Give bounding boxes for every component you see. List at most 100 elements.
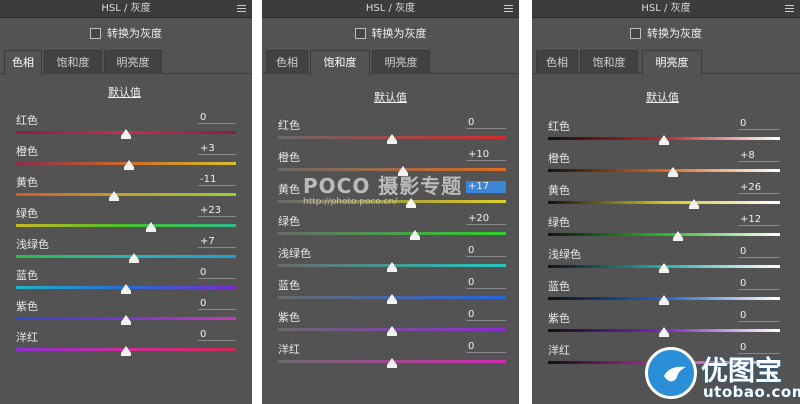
slider-label: 橙色	[548, 152, 570, 165]
slider-value-field[interactable]: 0	[738, 118, 780, 130]
grayscale-toggle[interactable]: 转换为灰度	[262, 18, 519, 48]
grayscale-toggle[interactable]: 转换为灰度	[532, 18, 800, 48]
slider-value-field[interactable]: 0	[738, 310, 780, 322]
slider-track[interactable]	[548, 201, 780, 204]
slider-track[interactable]	[278, 200, 506, 203]
slider-value-field[interactable]: +23	[198, 205, 236, 217]
slider-row: 黄色 -11	[0, 172, 252, 204]
grayscale-toggle[interactable]: 转换为灰度	[0, 18, 252, 48]
logo-badge	[645, 347, 697, 399]
slider-row: 红色 0	[262, 115, 519, 147]
tab-luminance[interactable]: 明亮度	[642, 50, 702, 75]
slider-label: 黄色	[548, 184, 570, 197]
panel-title-bar: HSL / 灰度	[0, 0, 252, 18]
slider-thumb[interactable]	[121, 129, 131, 139]
slider-thumb[interactable]	[406, 198, 417, 208]
slider-thumb[interactable]	[146, 222, 157, 232]
slider-track[interactable]	[548, 169, 780, 172]
slider-thumb[interactable]	[387, 326, 397, 336]
logo-domain: utobao.com	[703, 383, 800, 401]
slider-value-field[interactable]: +20	[466, 213, 506, 225]
tab-saturation[interactable]: 饱和度	[44, 50, 102, 74]
panel-menu-icon[interactable]	[504, 5, 513, 12]
slider-thumb[interactable]	[668, 167, 679, 177]
slider-value-field[interactable]: 0	[198, 267, 236, 279]
slider-track[interactable]	[548, 233, 780, 236]
slider-label: 黄色	[16, 176, 38, 189]
slider-thumb[interactable]	[387, 134, 397, 144]
tab-luminance[interactable]: 明亮度	[104, 50, 162, 74]
slider-value-field[interactable]: 0	[466, 341, 506, 353]
slider-value-field[interactable]: -11	[198, 174, 236, 186]
tab-saturation[interactable]: 饱和度	[310, 50, 370, 75]
panel-title-bar: HSL / 灰度	[262, 0, 519, 18]
slider-thumb[interactable]	[128, 253, 139, 263]
slider-track[interactable]	[16, 224, 236, 227]
slider-value-field[interactable]: 0	[466, 117, 506, 129]
slider-label: 绿色	[548, 216, 570, 229]
slider-track[interactable]	[16, 255, 236, 258]
slider-track[interactable]	[16, 193, 236, 196]
grayscale-checkbox[interactable]	[630, 27, 641, 39]
panel-menu-icon[interactable]	[785, 5, 794, 12]
default-button[interactable]: 默认值	[646, 89, 679, 105]
slider-value-field[interactable]: +17	[466, 181, 506, 193]
slider-thumb[interactable]	[121, 284, 131, 294]
slider-row: 蓝色 0	[532, 276, 800, 308]
slider-thumb[interactable]	[124, 160, 135, 170]
slider-row: 洋红 0	[262, 339, 519, 371]
tab-luminance[interactable]: 明亮度	[372, 50, 430, 74]
panel-title: HSL / 灰度	[365, 3, 416, 14]
slider-row: 洋红 0	[0, 327, 252, 359]
slider-thumb[interactable]	[672, 231, 683, 241]
slider-row: 黄色 +17	[262, 179, 519, 211]
slider-label: 蓝色	[548, 280, 570, 293]
hsl-panel-luminance: HSL / 灰度 转换为灰度 色相 饱和度 明亮度 默认值 红色 0 橙色 +8 黄色 +…	[532, 0, 800, 404]
slider-row: 浅绿色 +7	[0, 234, 252, 266]
slider-value-field[interactable]: +26	[738, 182, 780, 194]
default-button[interactable]: 默认值	[374, 89, 407, 105]
slider-thumb[interactable]	[387, 358, 397, 368]
slider-track[interactable]	[278, 168, 506, 171]
slider-value-field[interactable]: +7	[198, 236, 236, 248]
slider-label: 洋红	[548, 344, 570, 357]
tab-hue[interactable]: 色相	[266, 50, 308, 74]
slider-value-field[interactable]: 0	[466, 277, 506, 289]
slider-label: 橙色	[278, 151, 300, 164]
tab-hue[interactable]: 色相	[536, 50, 578, 74]
slider-thumb[interactable]	[659, 263, 669, 273]
slider-label: 浅绿色	[16, 238, 49, 251]
slider-value-field[interactable]: 0	[198, 112, 236, 124]
tab-hue[interactable]: 色相	[4, 50, 42, 75]
slider-thumb[interactable]	[387, 294, 397, 304]
slider-thumb[interactable]	[659, 295, 669, 305]
slider-value-field[interactable]: 0	[738, 278, 780, 290]
slider-thumb[interactable]	[121, 346, 131, 356]
grayscale-checkbox[interactable]	[354, 27, 366, 39]
slider-thumb[interactable]	[689, 199, 700, 209]
slider-thumb[interactable]	[409, 230, 420, 240]
slider-label: 浅绿色	[278, 247, 311, 260]
slider-value-field[interactable]: +12	[738, 214, 780, 226]
slider-thumb[interactable]	[387, 262, 397, 272]
panel-menu-icon[interactable]	[237, 5, 246, 12]
slider-value-field[interactable]: +10	[466, 149, 506, 161]
slider-label: 紫色	[278, 311, 300, 324]
slider-value-field[interactable]: +3	[198, 143, 236, 155]
tab-bar: 色相 饱和度 明亮度	[262, 48, 519, 75]
tab-saturation[interactable]: 饱和度	[580, 50, 638, 74]
slider-value-field[interactable]: 0	[738, 246, 780, 258]
slider-value-field[interactable]: 0	[198, 329, 236, 341]
slider-thumb[interactable]	[398, 166, 409, 176]
grayscale-checkbox[interactable]	[90, 27, 101, 39]
slider-value-field[interactable]: 0	[198, 298, 236, 310]
slider-value-field[interactable]: 0	[466, 245, 506, 257]
slider-thumb[interactable]	[659, 327, 669, 337]
slider-track[interactable]	[278, 232, 506, 235]
slider-thumb[interactable]	[121, 315, 131, 325]
slider-value-field[interactable]: +8	[738, 150, 780, 162]
slider-thumb[interactable]	[108, 191, 119, 201]
slider-value-field[interactable]: 0	[466, 309, 506, 321]
default-button[interactable]: 默认值	[108, 84, 141, 100]
slider-thumb[interactable]	[659, 135, 669, 145]
